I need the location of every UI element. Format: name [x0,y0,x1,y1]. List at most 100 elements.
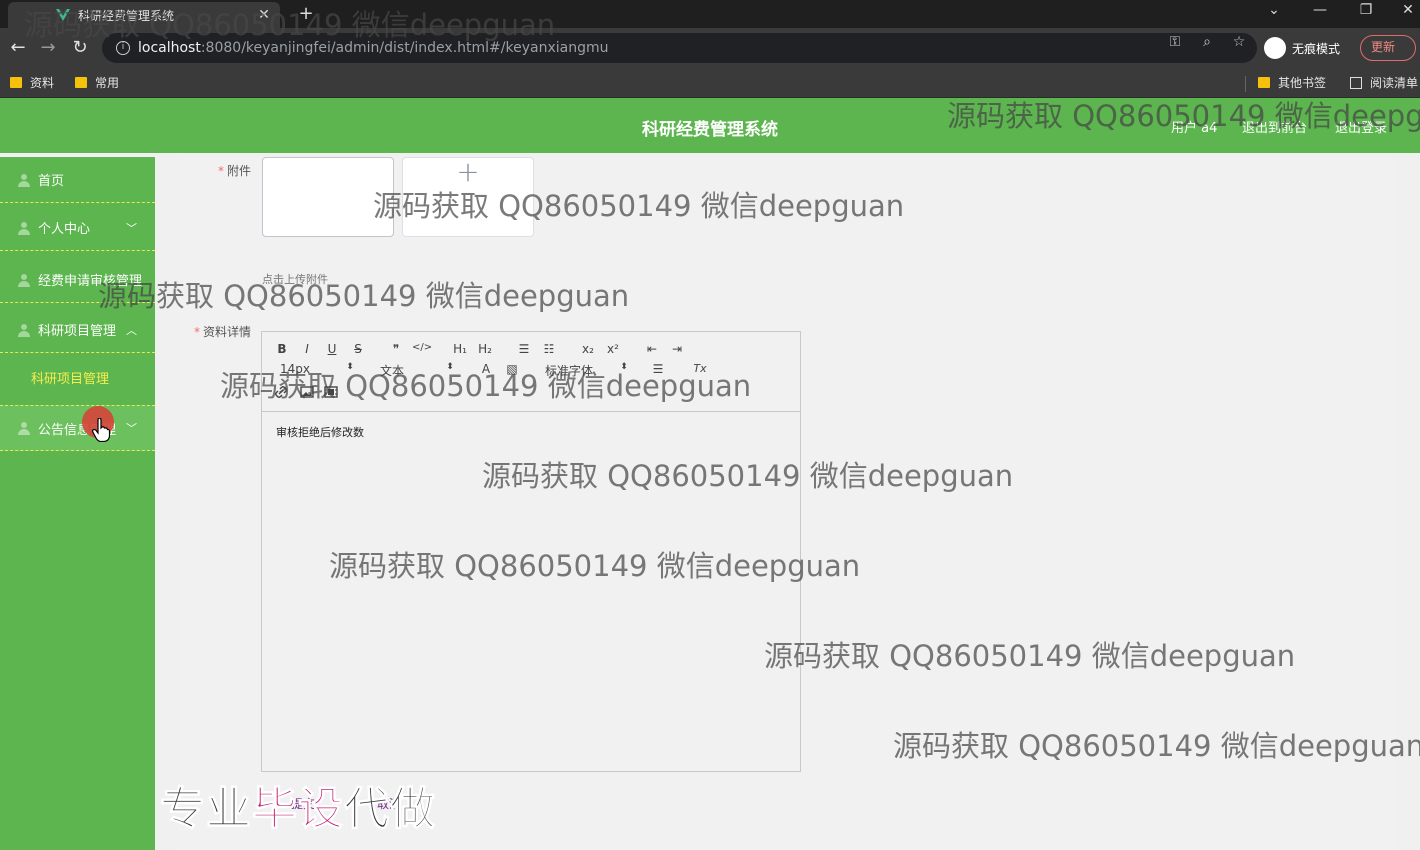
editor-content[interactable]: 审核拒绝后修改数 [276,424,364,440]
user-icon [18,323,30,337]
select-arrow-icon: ⬍ [346,362,354,372]
sidebar-item-label: 个人中心 [38,222,91,237]
indent-icon[interactable]: ⇥ [667,342,687,356]
star-icon[interactable]: ☆ [1230,34,1248,50]
reading-list-icon [1350,76,1362,89]
bookmark-folder[interactable]: 资料 [10,74,54,91]
chevron-down-icon[interactable]: ⌄ [1262,2,1286,18]
reload-icon[interactable]: ↻ [68,36,92,60]
info-icon[interactable]: i [116,41,130,55]
folder-icon [10,77,22,88]
sidebar-item-announcements[interactable]: 公告信息管理 ﹀ [0,405,155,451]
update-button[interactable]: 更新 [1360,35,1416,61]
sidebar-item-label: 经费申请审核管理 [38,274,143,289]
select-arrow-icon: ⬍ [620,362,628,372]
browser-toolbar: ← → ↻ i localhost :8080/keyanjingfei/adm… [0,28,1420,68]
upload-tip: 点击上传附件 [262,273,328,286]
bookmark-label: 资料 [30,76,55,90]
font-family-select[interactable]: 标准字体 [545,362,593,379]
sidebar: 首页 个人中心 ﹀ 经费申请审核管理 科研项目管理 ︿ 科研项目管理 公告信息管… [0,157,155,850]
sidebar-item-funding-review[interactable]: 经费申请审核管理 [0,257,155,303]
text-color-icon[interactable]: A [476,362,496,376]
user-icon [18,221,30,235]
promo-banner: 专业毕设代做 [159,782,437,836]
font-size-select[interactable]: 14px [280,362,310,376]
back-icon[interactable]: ← [6,36,30,60]
incognito-icon [1264,37,1286,59]
video-icon[interactable] [324,385,338,399]
chevron-down-icon: ﹀ [126,422,137,435]
restore-icon[interactable]: ❐ [1354,2,1378,18]
h2-button[interactable]: H₂ [475,342,495,356]
upload-button[interactable]: + [402,157,534,237]
url-path: :8080/keyanjingfei/admin/dist/index.html… [200,40,609,56]
minimize-icon[interactable]: — [1308,2,1332,18]
bookmark-separator [1245,76,1246,92]
new-tab-icon[interactable]: + [296,3,316,24]
other-bookmarks[interactable]: 其他书签 [1258,74,1326,91]
back-to-front-link[interactable]: 退出到前台 [1242,117,1307,136]
address-bar[interactable]: i localhost :8080/keyanjingfei/admin/dis… [102,33,1257,63]
superscript-button[interactable]: x² [603,342,623,356]
close-icon[interactable]: ✕ [256,7,272,23]
code-button[interactable]: </> [412,342,432,353]
header-select[interactable]: 文本 [380,362,404,379]
main-content: * 附件 + 点击上传附件 * 资料详情 B I U S ❞ </> H₁ H₂ ☰… [179,157,1395,850]
blockquote-button[interactable]: ❞ [386,342,406,356]
attachment-label: * 附件 [217,164,251,178]
required-mark: * [193,325,200,339]
url-host: localhost [138,40,201,56]
reading-list-label: 阅读清单 [1370,76,1419,90]
window-close-icon[interactable]: ✕ [1396,2,1420,18]
bookmark-label: 常用 [95,76,120,90]
sidebar-item-label: 科研项目管理 [38,324,117,339]
sidebar-item-label: 首页 [38,174,65,189]
bookmark-folder[interactable]: 常用 [75,74,119,91]
sidebar-subitem-projects[interactable]: 科研项目管理 [0,357,155,403]
attachment-thumbnail[interactable] [262,157,394,237]
italic-button[interactable]: I [297,342,317,356]
browser-tabstrip: 科研经费管理系统 ✕ + ⌄ — ❐ ✕ [0,0,1420,28]
browser-tab[interactable]: 科研经费管理系统 ✕ [8,2,280,28]
hand-cursor-icon [92,418,110,442]
vue-logo-icon [56,9,70,21]
details-label: * 资料详情 [193,325,251,339]
ordered-list-icon[interactable]: ☰ [514,342,534,356]
plus-icon: + [456,155,480,188]
home-icon [18,173,30,187]
bullet-list-icon[interactable]: ☷ [539,342,559,356]
folder-icon [1258,77,1270,88]
sidebar-item-projects[interactable]: 科研项目管理 ︿ [0,307,155,353]
background-color-icon[interactable]: ▧ [502,362,522,376]
subscript-button[interactable]: x₂ [578,342,598,356]
incognito-label: 无痕模式 [1292,41,1341,56]
logout-link[interactable]: 退出登录 [1335,117,1387,136]
app-header: 科研经费管理系统 用户 a4 退出到前台 退出登录 [0,98,1420,153]
user-icon [18,422,30,435]
link-icon[interactable] [274,385,288,399]
incognito-badge[interactable]: 无痕模式 [1264,34,1340,62]
required-mark: * [217,164,224,178]
align-icon[interactable]: ☰ [648,362,668,376]
chevron-up-icon: ︿ [126,323,137,337]
sidebar-item-profile[interactable]: 个人中心 ﹀ [0,205,155,251]
key-icon[interactable]: ⚿ [1166,34,1184,50]
rich-text-editor: B I U S ❞ </> H₁ H₂ ☰ ☷ x₂ x² ⇤ ⇥ 14px ⬍… [261,331,801,772]
user-icon [18,273,30,287]
sidebar-item-home[interactable]: 首页 [0,157,155,203]
h1-button[interactable]: H₁ [450,342,470,356]
editor-toolbar: B I U S ❞ </> H₁ H₂ ☰ ☷ x₂ x² ⇤ ⇥ 14px ⬍… [262,332,800,412]
user-label: 用户 a4 [1171,121,1218,136]
underline-button[interactable]: U [322,342,342,356]
outdent-icon[interactable]: ⇤ [642,342,662,356]
zoom-icon[interactable]: ⌕ [1198,34,1216,50]
bold-button[interactable]: B [272,342,292,356]
folder-icon [75,77,87,88]
forward-icon[interactable]: → [36,36,60,60]
bookmarks-bar: 资料 常用 其他书签 阅读清单 [0,68,1420,98]
other-bookmarks-label: 其他书签 [1278,76,1327,90]
clean-format-button[interactable]: Tx [690,362,710,375]
image-icon[interactable] [300,385,314,399]
strike-button[interactable]: S [348,342,368,356]
reading-list[interactable]: 阅读清单 [1350,74,1418,91]
